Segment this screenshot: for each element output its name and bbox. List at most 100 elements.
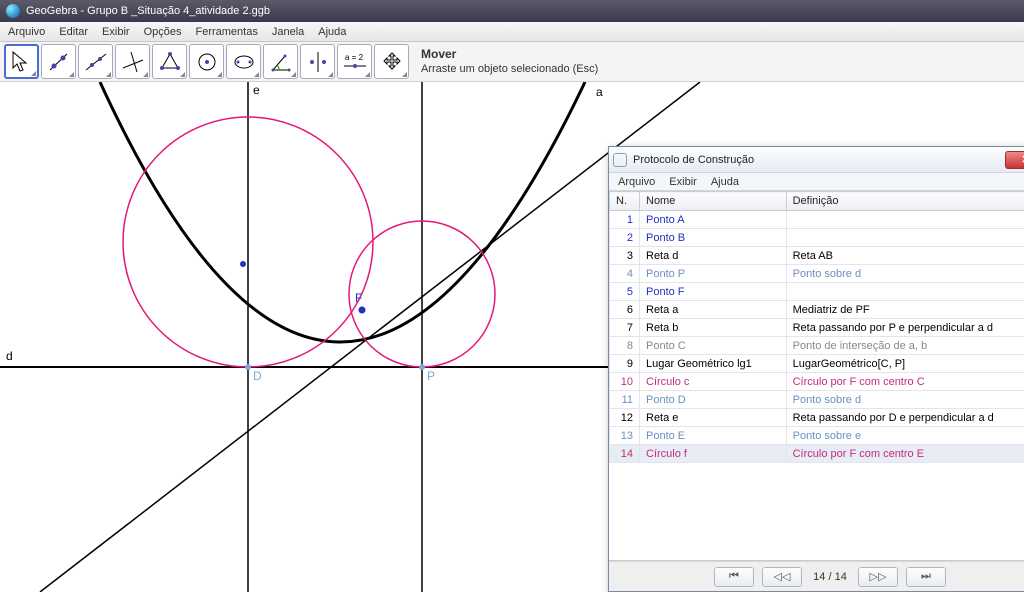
table-row[interactable]: 12Reta eReta passando por D e perpendicu… (610, 409, 1024, 427)
table-row[interactable]: 6Reta aMediatriz de PF (610, 301, 1024, 319)
table-row[interactable]: 5Ponto F (610, 283, 1024, 301)
protocol-icon (613, 153, 627, 167)
move-view-icon (380, 50, 404, 74)
menu-exibir[interactable]: Exibir (96, 24, 136, 40)
col-n[interactable]: N. (610, 192, 640, 211)
cp-menu-ajuda[interactable]: Ajuda (706, 176, 744, 188)
cell-n: 14 (610, 445, 640, 463)
cell-def: Ponto sobre d (786, 391, 1024, 409)
dropdown-arrow-icon (106, 72, 111, 77)
reflect-icon (306, 50, 330, 74)
cell-def: Ponto sobre e (786, 427, 1024, 445)
polygon-icon (158, 50, 182, 74)
tool-polygon[interactable] (152, 44, 187, 79)
construction-protocol-window[interactable]: Protocolo de Construção ✕ Arquivo Exibir… (608, 146, 1024, 592)
dropdown-arrow-icon (328, 72, 333, 77)
cell-nome: Círculo c (640, 373, 787, 391)
table-row[interactable]: 1Ponto A (610, 211, 1024, 229)
tool-angle[interactable] (263, 44, 298, 79)
cp-table-wrap[interactable]: N. Nome Definição 1Ponto A2Ponto B3Reta … (609, 191, 1024, 561)
dropdown-arrow-icon (217, 72, 222, 77)
cell-nome: Ponto P (640, 265, 787, 283)
menu-arquivo[interactable]: Arquivo (2, 24, 51, 40)
cell-n: 13 (610, 427, 640, 445)
cell-n: 6 (610, 301, 640, 319)
table-row[interactable]: 13Ponto EPonto sobre e (610, 427, 1024, 445)
table-row[interactable]: 11Ponto DPonto sobre d (610, 391, 1024, 409)
line-icon (84, 50, 108, 74)
dropdown-arrow-icon (143, 72, 148, 77)
table-row[interactable]: 9Lugar Geométrico lg1LugarGeométrico[C, … (610, 355, 1024, 373)
tool-reflect[interactable] (300, 44, 335, 79)
cp-menu-exibir[interactable]: Exibir (664, 176, 702, 188)
nav-next-button[interactable]: ▷▷ (858, 567, 898, 587)
angle-icon (269, 50, 293, 74)
table-row[interactable]: 14Círculo fCírculo por F com centro E (610, 445, 1024, 463)
cp-menu-arquivo[interactable]: Arquivo (613, 176, 660, 188)
table-row[interactable]: 7Reta bReta passando por P e perpendicul… (610, 319, 1024, 337)
cp-menubar: Arquivo Exibir Ajuda (609, 173, 1024, 191)
label-F: F (355, 291, 362, 305)
cp-titlebar[interactable]: Protocolo de Construção ✕ (609, 147, 1024, 173)
cell-nome: Ponto A (640, 211, 787, 229)
dropdown-arrow-icon (402, 72, 407, 77)
toolbar: a = 2 Mover Arraste um objeto selecionad… (0, 42, 1024, 82)
menu-ferramentas[interactable]: Ferramentas (189, 24, 263, 40)
tool-move-view[interactable] (374, 44, 409, 79)
tool-point[interactable] (41, 44, 76, 79)
cell-def (786, 211, 1024, 229)
nav-status: 14 / 14 (810, 571, 850, 583)
cell-nome: Reta e (640, 409, 787, 427)
app-icon (6, 4, 20, 18)
cell-nome: Ponto C (640, 337, 787, 355)
tool-conic[interactable] (226, 44, 261, 79)
table-row[interactable]: 10Círculo cCírculo por F com centro C (610, 373, 1024, 391)
table-row[interactable]: 8Ponto CPonto de interseção de a, b (610, 337, 1024, 355)
tool-circle[interactable] (189, 44, 224, 79)
label-e: e (253, 83, 260, 97)
tool-perpendicular[interactable] (115, 44, 150, 79)
tool-hint-label: Arraste um objeto selecionado (Esc) (421, 62, 598, 76)
cell-nome: Ponto E (640, 427, 787, 445)
tool-line[interactable] (78, 44, 113, 79)
cursor-icon (10, 50, 34, 74)
nav-first-button[interactable]: ⏮ (714, 567, 754, 587)
menubar: Arquivo Editar Exibir Opções Ferramentas… (0, 22, 1024, 42)
nav-last-button[interactable]: ⏭ (906, 567, 946, 587)
table-row[interactable]: 2Ponto B (610, 229, 1024, 247)
next-icon: ▷▷ (870, 570, 887, 583)
dropdown-arrow-icon (69, 72, 74, 77)
dropdown-arrow-icon (254, 72, 259, 77)
cell-def: Reta passando por D e perpendicular a d (786, 409, 1024, 427)
cell-def (786, 283, 1024, 301)
col-def[interactable]: Definição (786, 192, 1024, 211)
table-row[interactable]: 3Reta dReta AB (610, 247, 1024, 265)
table-row[interactable]: 4Ponto PPonto sobre d (610, 265, 1024, 283)
menu-editar[interactable]: Editar (53, 24, 94, 40)
cell-n: 11 (610, 391, 640, 409)
svg-text:a = 2: a = 2 (345, 53, 364, 62)
cell-def: Mediatriz de PF (786, 301, 1024, 319)
tool-move[interactable] (4, 44, 39, 79)
menu-ajuda[interactable]: Ajuda (312, 24, 352, 40)
prev-icon: ◁◁ (774, 570, 791, 583)
cp-window-title: Protocolo de Construção (633, 154, 999, 166)
cell-n: 8 (610, 337, 640, 355)
window-title: GeoGebra - Grupo B _Situação 4_atividade… (26, 5, 1018, 17)
window-titlebar: GeoGebra - Grupo B _Situação 4_atividade… (0, 0, 1024, 22)
slider-icon: a = 2 (341, 52, 369, 72)
cell-nome: Ponto B (640, 229, 787, 247)
nav-prev-button[interactable]: ◁◁ (762, 567, 802, 587)
cell-n: 2 (610, 229, 640, 247)
cell-n: 10 (610, 373, 640, 391)
close-button[interactable]: ✕ (1005, 151, 1024, 169)
cell-n: 5 (610, 283, 640, 301)
label-D: D (253, 369, 262, 383)
tool-slider[interactable]: a = 2 (337, 44, 372, 79)
cell-n: 3 (610, 247, 640, 265)
menu-opcoes[interactable]: Opções (138, 24, 188, 40)
cell-def: Círculo por F com centro C (786, 373, 1024, 391)
menu-janela[interactable]: Janela (266, 24, 310, 40)
col-nome[interactable]: Nome (640, 192, 787, 211)
cell-nome: Círculo f (640, 445, 787, 463)
